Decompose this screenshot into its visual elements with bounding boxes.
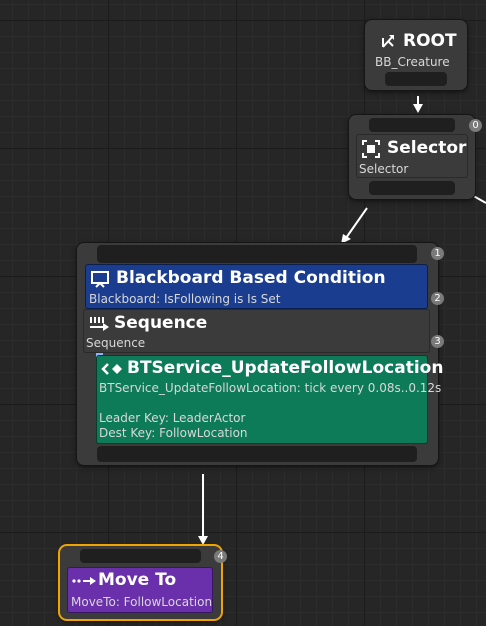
selector-header: Selector Selector — [357, 135, 467, 177]
decorator-subtitle: Blackboard: IsFollowing is Is Set — [89, 292, 281, 306]
selector-title: Selector — [387, 138, 467, 158]
sequence-order-badge: 1 — [431, 247, 444, 260]
sequence-input-pin[interactable] — [97, 245, 417, 263]
selector-output-pin[interactable] — [369, 181, 455, 195]
root-node[interactable]: ROOT BB_Creature — [365, 20, 467, 90]
selector-order-badge: 0 — [469, 119, 482, 132]
moveto-subtitle: MoveTo: FollowLocation — [71, 595, 213, 609]
moveto-task[interactable]: Move To MoveTo: FollowLocation — [68, 568, 212, 612]
root-title: ROOT — [403, 31, 457, 51]
service-line1: BTService_UpdateFollowLocation: tick eve… — [99, 381, 442, 395]
selector-node[interactable]: 0 Selector Selector — [349, 115, 482, 199]
service-line3: Dest Key: FollowLocation — [99, 426, 248, 440]
decorator-order-badge: 2 — [431, 292, 444, 305]
moveto-order-badge: 4 — [214, 550, 227, 563]
branch-icon — [377, 30, 399, 52]
moveto-input-pin[interactable] — [80, 549, 201, 563]
root-output-pin[interactable] — [385, 72, 447, 86]
selector-input-pin[interactable] — [369, 118, 455, 132]
sequence-subtitle: Sequence — [86, 336, 146, 350]
sequence-header[interactable]: Sequence Sequence — [84, 310, 429, 352]
service-title: BTService_UpdateFollowLocation — [127, 358, 444, 378]
decorator-title: Blackboard Based Condition — [116, 268, 386, 288]
selector-icon — [359, 138, 383, 160]
sequence-header-order-badge: 3 — [431, 335, 444, 348]
sequence-title: Sequence — [114, 313, 208, 333]
blackboard-icon — [88, 268, 112, 290]
sequence-icon — [86, 313, 112, 335]
root-subtitle: BB_Creature — [375, 55, 450, 69]
sequence-node[interactable]: 1 Blackboard Based Condition Blackboard:… — [77, 243, 444, 465]
root-header: ROOT BB_Creature — [373, 26, 459, 70]
update-follow-service[interactable]: BTService_UpdateFollowLocation BTService… — [97, 356, 443, 443]
service-icon — [99, 359, 125, 379]
selector-subtitle: Selector — [359, 162, 409, 176]
moveto-node[interactable]: 4 Move To MoveTo: FollowLocation — [60, 546, 227, 619]
sequence-output-pin[interactable] — [97, 446, 417, 462]
service-line2: Leader Key: LeaderActor — [99, 411, 246, 425]
moveto-icon — [70, 571, 98, 591]
blackboard-decorator[interactable]: Blackboard Based Condition Blackboard: I… — [86, 265, 427, 308]
moveto-title: Move To — [98, 570, 177, 590]
